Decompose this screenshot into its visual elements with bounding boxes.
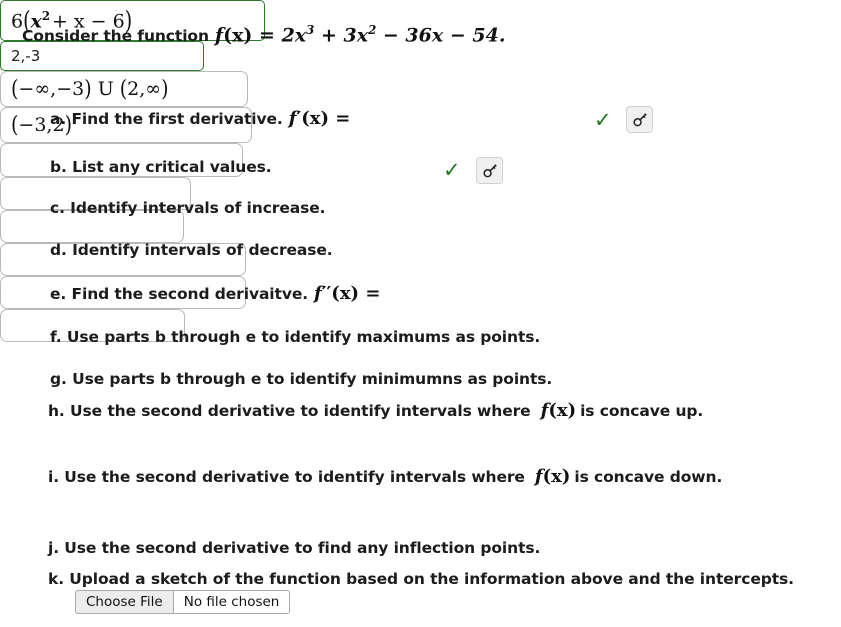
prompt-function: f(x) = 2x3 + 3x2 − 36x − 54.: [214, 23, 506, 47]
row-i: i. Use the second derivative to identify…: [48, 466, 722, 487]
choose-file-button[interactable]: Choose File: [75, 590, 173, 614]
row-j: j. Use the second derivative to find any…: [48, 539, 546, 557]
item-g-label: g. Use parts b through e to identify min…: [50, 370, 553, 388]
item-a-math-lhs: f′(x) =: [288, 108, 351, 129]
file-upload-control[interactable]: Choose File No file chosen: [75, 590, 291, 614]
item-a-label: a. Find the first derivative.: [50, 109, 283, 128]
question-prompt: Consider the function f(x) = 2x3 + 3x2 −…: [22, 23, 505, 46]
item-b-value: 2,-3: [11, 47, 41, 65]
item-e-math-lhs: f′′(x) =: [314, 283, 381, 304]
item-h-label-math: f(x): [540, 400, 577, 421]
item-b-key-button[interactable]: [476, 157, 503, 184]
item-h-label-pre: h. Use the second derivative to identify…: [48, 401, 531, 420]
item-i-label-math: f(x): [534, 466, 571, 487]
item-h-label-post: is concave up.: [580, 401, 704, 420]
item-b-correct-check: ✓: [443, 158, 461, 182]
item-j-label: j. Use the second derivative to find any…: [48, 539, 541, 557]
key-icon: [482, 163, 497, 177]
item-d-label: d. Identify intervals of decrease.: [50, 241, 333, 259]
item-b-label: b. List any critical values.: [50, 158, 272, 176]
item-k-label: k. Upload a sketch of the function based…: [48, 570, 794, 588]
row-a: a. Find the first derivative. f′(x) =: [50, 108, 350, 129]
item-c-value: (−∞,−3) U (2,∞): [11, 75, 169, 103]
item-i-label-post: is concave down.: [574, 467, 723, 486]
item-e-label: e. Find the second derivaitve.: [50, 284, 309, 303]
item-c-label: c. Identify intervals of increase.: [50, 199, 326, 217]
row-g: g. Use parts b through e to identify min…: [50, 370, 558, 388]
item-a-key-button[interactable]: [626, 106, 653, 133]
prompt-lead: Consider the function: [22, 27, 209, 46]
row-k: k. Upload a sketch of the function based…: [48, 570, 800, 588]
row-h: h. Use the second derivative to identify…: [48, 400, 703, 421]
item-f-label: f. Use parts b through e to identify max…: [50, 328, 541, 346]
row-e: e. Find the second derivaitve. f′′(x) =: [50, 283, 380, 304]
key-icon: [632, 112, 647, 126]
item-c-input[interactable]: (−∞,−3) U (2,∞): [0, 71, 248, 107]
row-b: b. List any critical values.: [50, 158, 278, 176]
file-status-text: No file chosen: [172, 590, 291, 614]
row-c: c. Identify intervals of increase.: [50, 199, 331, 217]
row-d: d. Identify intervals of decrease.: [50, 241, 339, 259]
worksheet-page: Consider the function f(x) = 2x3 + 3x2 −…: [0, 0, 841, 627]
row-f: f. Use parts b through e to identify max…: [50, 328, 546, 346]
item-i-label-pre: i. Use the second derivative to identify…: [48, 467, 525, 486]
item-a-correct-check: ✓: [594, 108, 612, 132]
